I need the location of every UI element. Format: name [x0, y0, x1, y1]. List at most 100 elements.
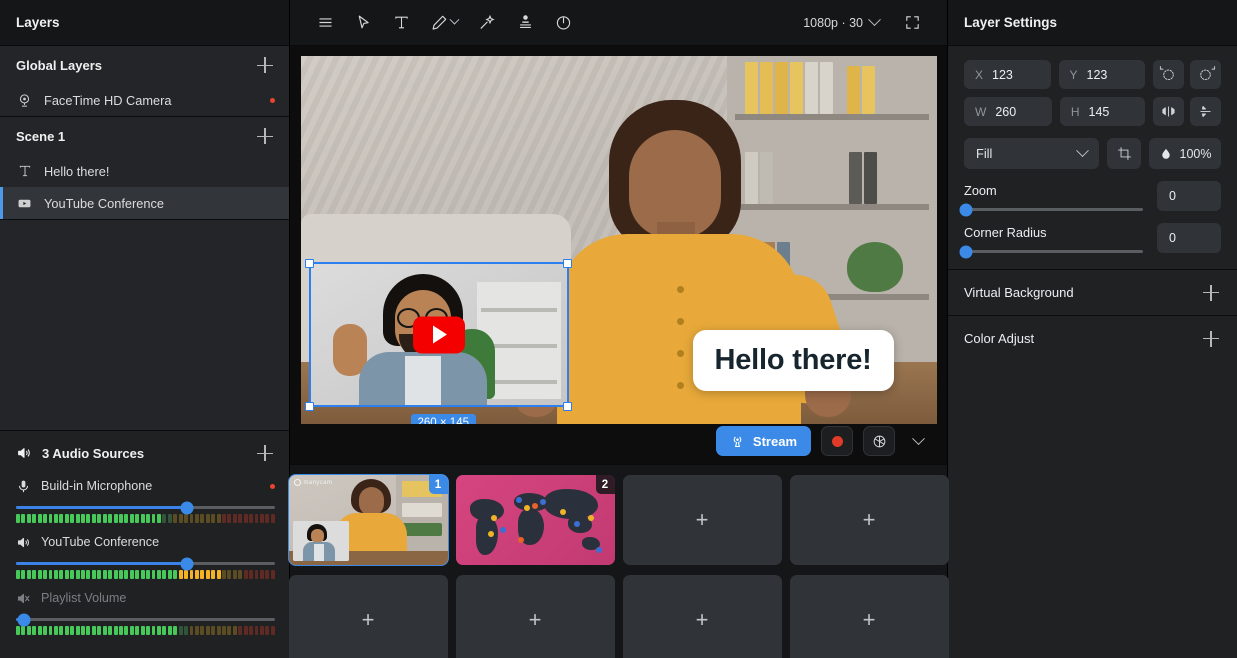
color-adjust-section[interactable]: Color Adjust — [948, 315, 1237, 361]
w-value: 260 — [995, 104, 1017, 119]
add-scene-icon: + — [361, 607, 375, 632]
resize-handle-top-right[interactable] — [563, 258, 572, 268]
resize-handle-bottom-left[interactable] — [305, 401, 314, 411]
aperture-icon — [872, 434, 887, 449]
zoom-slider-knob[interactable] — [959, 203, 973, 216]
add-scene-icon: + — [695, 607, 709, 632]
y-label: Y — [1069, 67, 1078, 82]
volume-slider[interactable] — [16, 557, 275, 570]
fullscreen-icon[interactable] — [893, 7, 931, 39]
chevron-down-icon — [868, 13, 881, 27]
zoom-value-field[interactable]: 0 — [1157, 181, 1221, 211]
stream-more-button[interactable] — [905, 426, 931, 456]
flip-horizontal-icon[interactable] — [1153, 97, 1184, 126]
scene-cell-4[interactable]: + — [789, 475, 949, 565]
resolution-selector[interactable]: 1080p · 30 — [795, 11, 887, 35]
audio-sources-header: 3 Audio Sources — [0, 433, 289, 473]
add-audio-source-button[interactable] — [255, 443, 275, 463]
stream-control-bar: Stream — [290, 418, 947, 464]
audio-source-item: Build-in Microphone — [0, 473, 289, 523]
crop-icon[interactable] — [1107, 138, 1141, 169]
youtube-play-icon — [412, 316, 465, 353]
youtube-conference-layer[interactable] — [305, 258, 572, 411]
layer-settings-title: Layer Settings — [948, 0, 1237, 46]
opacity-field[interactable]: 100% — [1149, 138, 1221, 169]
scene-cell-3[interactable]: + — [622, 475, 782, 565]
audio-source-label: Build-in Microphone — [41, 479, 153, 493]
timer-icon[interactable] — [544, 7, 582, 39]
volume-slider-knob[interactable] — [17, 613, 31, 626]
add-global-layer-button[interactable] — [255, 55, 275, 75]
youtube-icon — [16, 195, 33, 212]
layer-row[interactable]: FaceTime HD Camera — [0, 84, 289, 116]
magic-wand-icon[interactable] — [468, 7, 506, 39]
scene-cell-2[interactable]: 2 — [455, 475, 615, 565]
virtual-background-label: Virtual Background — [964, 285, 1074, 300]
zoom-slider[interactable] — [959, 203, 1143, 216]
preview-canvas[interactable]: Hello there! 260 × 145 — [300, 56, 937, 424]
x-position-field[interactable]: X 123 — [964, 60, 1051, 89]
add-scene-icon: + — [695, 507, 709, 532]
scene-1-section: Scene 1 Hello there! YouTube Conference — [0, 117, 289, 219]
volume-slider[interactable] — [16, 501, 275, 514]
layer-row-selected[interactable]: YouTube Conference — [0, 187, 289, 219]
stream-button[interactable]: Stream — [715, 426, 811, 456]
stamp-icon[interactable] — [506, 7, 544, 39]
caption-layer[interactable]: Hello there! — [692, 330, 894, 391]
add-scene-icon: + — [862, 507, 876, 532]
rotate-left-icon[interactable] — [1153, 60, 1184, 89]
h-value: 145 — [1088, 104, 1110, 119]
layers-panel: Layers Global Layers FaceTime HD Camera — [0, 0, 290, 658]
audio-sources-title: 3 Audio Sources — [42, 445, 145, 461]
scene-cell-1[interactable]: manycam 1 — [287, 474, 449, 566]
audio-source-item: YouTube Conference — [0, 529, 289, 579]
scene-cell-7[interactable]: + — [622, 575, 782, 658]
scene-cell-8[interactable]: + — [789, 575, 949, 658]
global-layers-header: Global Layers — [0, 46, 289, 84]
scene-1-header: Scene 1 — [0, 117, 289, 155]
h-label: H — [1070, 104, 1080, 119]
scene-cell-6[interactable]: + — [455, 575, 615, 658]
add-scene-layer-button[interactable] — [255, 126, 275, 146]
width-field[interactable]: W 260 — [964, 97, 1052, 126]
resize-handle-bottom-right[interactable] — [563, 401, 572, 411]
center-panel: 1080p · 30 Hello there! 260 × 145 Stream… — [287, 0, 949, 658]
add-virtual-background-button[interactable] — [1201, 283, 1221, 303]
volume-slider-knob[interactable] — [180, 501, 194, 514]
opacity-icon — [1159, 147, 1173, 161]
corner-radius-slider-knob[interactable] — [959, 245, 973, 258]
add-color-adjust-button[interactable] — [1201, 329, 1221, 349]
pen-icon[interactable] — [420, 7, 468, 39]
live-indicator-dot — [270, 97, 275, 103]
layers-empty-space — [0, 220, 289, 430]
fill-mode-select[interactable]: Fill — [964, 138, 1099, 169]
broadcast-icon — [730, 434, 745, 449]
scene-1-label: Scene 1 — [16, 128, 66, 144]
watermark-label: manycam — [293, 479, 333, 486]
corner-radius-value-field[interactable]: 0 — [1157, 223, 1221, 253]
text-tool-icon[interactable] — [382, 7, 420, 39]
volume-slider[interactable] — [16, 613, 275, 626]
virtual-background-section[interactable]: Virtual Background — [948, 269, 1237, 315]
height-field[interactable]: H 145 — [1059, 97, 1145, 126]
layer-label: FaceTime HD Camera — [44, 92, 172, 108]
layer-label: Hello there! — [44, 163, 110, 179]
resize-handle-top-left[interactable] — [305, 258, 314, 268]
volume-slider-knob[interactable] — [180, 557, 194, 570]
corner-radius-slider[interactable] — [959, 245, 1143, 258]
speaker-icon — [16, 445, 32, 461]
scene-cell-badge: 1 — [428, 475, 448, 494]
scene-cell-5[interactable]: + — [288, 575, 448, 658]
flip-vertical-icon[interactable] — [1190, 97, 1221, 126]
scene-grid: manycam 1 2 + + + + + + — [287, 464, 949, 658]
snapshot-button[interactable] — [863, 426, 895, 456]
menu-icon[interactable] — [306, 7, 344, 39]
layer-row[interactable]: Hello there! — [0, 155, 289, 187]
cursor-icon[interactable] — [344, 7, 382, 39]
app-window: Layers Global Layers FaceTime HD Camera — [0, 0, 1237, 658]
record-button[interactable] — [821, 426, 853, 456]
caption-text: Hello there! — [714, 344, 872, 376]
fill-row: Fill 100% — [964, 138, 1221, 169]
rotate-right-icon[interactable] — [1190, 60, 1221, 89]
y-position-field[interactable]: Y 123 — [1058, 60, 1145, 89]
